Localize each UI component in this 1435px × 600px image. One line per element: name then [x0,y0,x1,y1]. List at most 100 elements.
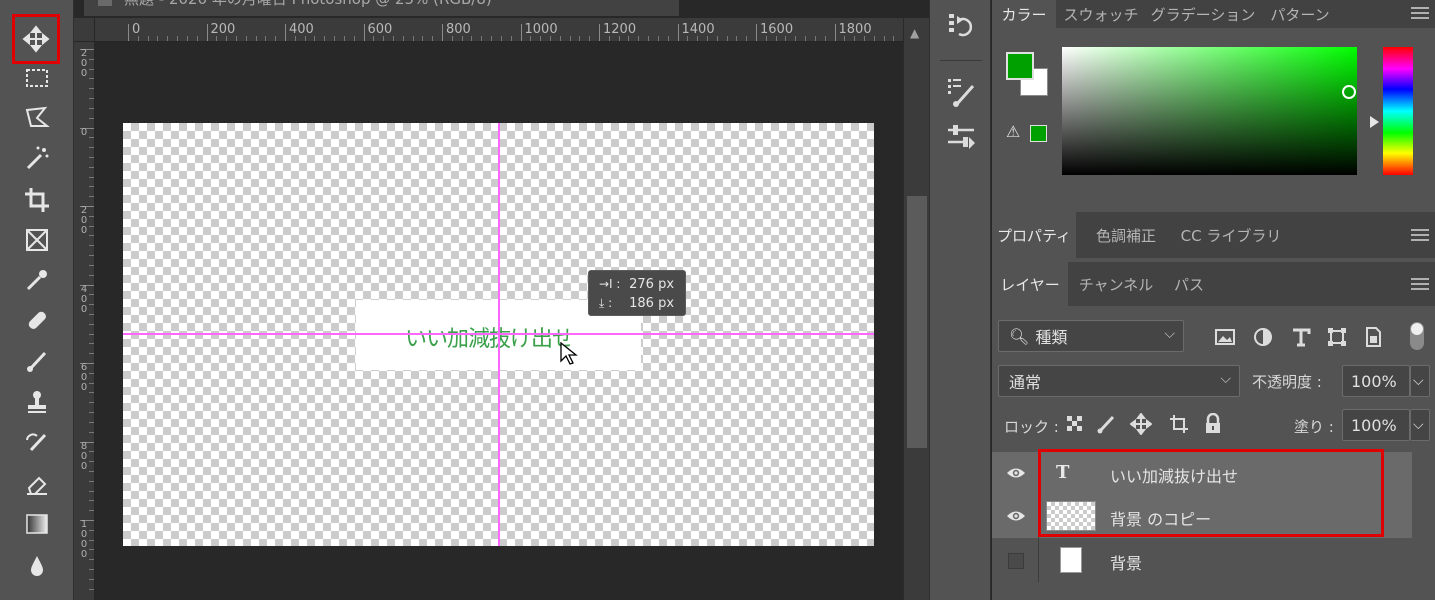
lock-label: ロック : [1004,418,1059,436]
lock-artboard-icon[interactable] [1168,413,1190,435]
adjustments-sliders-icon[interactable] [945,120,977,152]
tab-properties[interactable]: プロパティ [992,212,1076,258]
eraser-tool[interactable] [13,466,61,502]
ruler-minor-tick [89,372,94,374]
filter-shape-layer-icon[interactable] [1326,326,1348,348]
filter-smart-object-icon[interactable] [1362,326,1384,348]
ruler-minor-tick [137,36,139,41]
ruler-major-tick [520,24,522,41]
bandage-icon [28,311,46,329]
layer-name[interactable]: 背景 [1110,550,1142,574]
ruler-major-tick [285,24,286,41]
gamut-correction-swatch[interactable] [1030,125,1047,142]
blend-mode-select[interactable]: 通常 ⌵ [998,365,1240,397]
opacity-input[interactable]: 100% [1342,365,1410,397]
tab-layers[interactable]: レイヤー [992,262,1068,306]
tooltip-y-value: 186 px [629,296,675,311]
vertical-ruler[interactable]: 200 0 200 400 600 800 1000 [74,42,95,600]
tab-patterns[interactable]: パターン [1260,0,1340,28]
ruler-minor-tick [89,578,94,580]
move-tool[interactable] [12,14,60,64]
eye-icon[interactable] [1006,465,1026,481]
filter-toggle-switch[interactable] [1410,322,1424,350]
lock-transparent-pixels-icon[interactable] [1066,415,1084,433]
lock-position-icon[interactable] [1130,413,1152,435]
filter-pixel-layer-icon[interactable] [1214,326,1236,348]
color-panel-menu-icon[interactable] [1411,4,1429,22]
scroll-up-icon[interactable]: ▲ [910,26,919,40]
ruler-minor-tick [353,36,355,41]
tab-paths[interactable]: パス [1162,262,1216,306]
ruler-minor-tick [863,36,865,41]
ruler-major-tick [599,24,600,41]
clone-stamp-tool[interactable] [13,384,61,420]
ruler-label: 0 [80,126,88,138]
tab-cc-libraries[interactable]: CC ライブラリ [1174,212,1288,258]
tab-channels[interactable]: チャンネル [1070,262,1162,306]
filter-adjustment-layer-icon[interactable] [1252,326,1274,348]
polygonal-lasso-icon [25,106,50,127]
hue-slider[interactable] [1383,47,1413,175]
layers-scrollbar[interactable] [1413,452,1435,600]
ruler-label: 1000 [80,519,88,560]
tab-color[interactable]: カラー [992,0,1056,28]
ruler-minor-tick [89,569,94,571]
history-icon[interactable] [945,10,977,42]
ruler-minor-tick [89,559,94,561]
filter-type-layer-icon[interactable] [1290,326,1312,348]
ruler-label: 200 [80,205,88,236]
layer-filter-select[interactable]: 🔍︎ 種類 ⌵ [998,320,1184,352]
saturation-brightness-field[interactable] [1062,47,1357,175]
lock-all-icon[interactable] [1204,413,1222,435]
crop-tool[interactable] [13,182,61,218]
brush-settings-icon[interactable] [945,76,977,108]
close-icon[interactable] [98,0,112,6]
ruler-minor-tick [89,264,94,266]
blur-tool[interactable] [13,548,61,584]
vertical-scrollbar[interactable]: ▲ [903,18,929,600]
eyedropper-tool[interactable] [13,262,61,298]
brush-tool[interactable] [13,344,61,380]
canvas-text[interactable]: いい加減抜け出せ [405,321,574,353]
horizontal-offset-icon: →I : [599,277,621,291]
ruler-minor-tick [89,245,94,247]
fill-input[interactable]: 100% [1342,409,1410,441]
foreground-color-swatch[interactable] [1006,52,1034,80]
tab-gradients[interactable]: グラデーション [1146,0,1260,28]
color-picker-handle[interactable] [1342,85,1356,99]
ruler-minor-tick [89,402,94,404]
opacity-label: 不透明度 : [1252,373,1322,391]
tab-swatches[interactable]: スウォッチ [1056,0,1146,28]
document-tab[interactable]: 無題 - 2020 年の月曜日 Photoshop @ 25% (RGB/8) [84,0,679,16]
horizontal-ruler[interactable]: 0 200 400 600 800 1000 1200 1400 1600 1800 [95,18,903,42]
visibility-toggle-empty[interactable] [1008,553,1024,569]
lasso-tool[interactable] [13,100,61,136]
opacity-dropdown[interactable]: ⌵ [1410,365,1430,397]
layers-panel-menu-icon[interactable] [1411,275,1429,293]
frame-tool[interactable] [13,222,61,258]
lock-image-pixels-icon[interactable] [1096,414,1116,434]
gradient-tool[interactable] [13,506,61,542]
magic-wand-tool[interactable] [13,140,61,176]
ruler-origin[interactable] [74,18,95,42]
history-brush-tool[interactable] [13,426,61,462]
ruler-minor-tick [89,186,94,188]
cursor-arrow-icon [560,342,578,365]
properties-panel-menu-icon[interactable] [1411,226,1429,244]
fill-value: 100% [1351,415,1397,435]
hue-slider-arrow-icon[interactable] [1370,116,1379,128]
layer-row[interactable]: 背景 [992,539,1412,582]
ruler-label: 200 [80,48,88,79]
ruler-minor-tick [89,137,94,139]
fill-dropdown[interactable]: ⌵ [1410,409,1430,441]
ruler-minor-tick [304,36,306,41]
eye-icon[interactable] [1006,508,1026,524]
scrollbar-thumb[interactable] [907,196,927,448]
ruler-minor-tick [736,36,738,41]
marquee-tool[interactable] [13,60,61,96]
gamut-warning-icon[interactable]: ⚠ [1006,122,1020,141]
chevron-down-icon: ⌵ [1220,371,1231,387]
healing-brush-tool[interactable] [13,302,61,338]
ruler-minor-tick [481,36,483,41]
tab-adjustments[interactable]: 色調補正 [1078,212,1174,258]
